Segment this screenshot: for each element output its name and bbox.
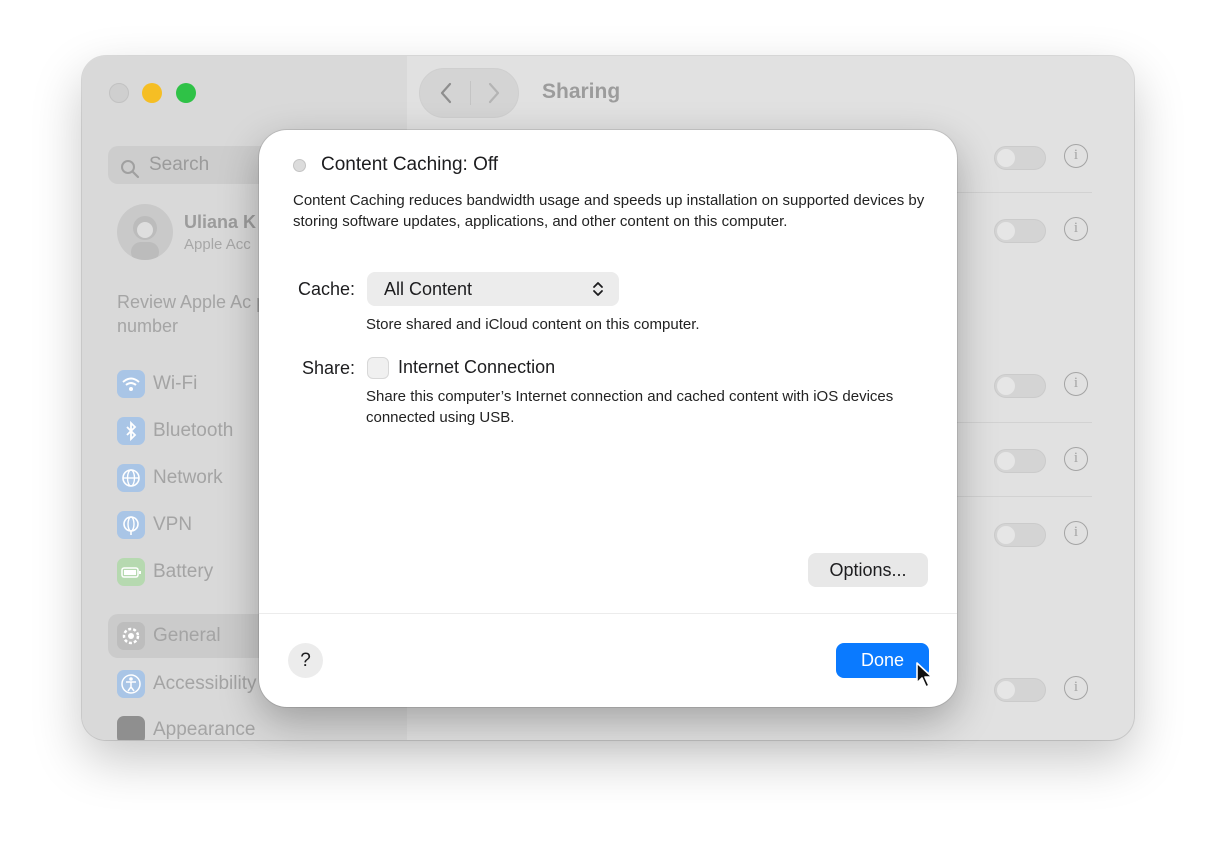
service-row: i <box>994 372 1104 400</box>
sidebar-item-label: VPN <box>153 514 193 535</box>
toolbar-title: Sharing <box>542 80 621 103</box>
account-name: Uliana K <box>184 212 257 232</box>
cache-selected-value: All Content <box>384 279 473 299</box>
sidebar-item-label: Network <box>153 467 223 488</box>
cache-help-text: Store shared and iCloud content on this … <box>366 316 700 333</box>
info-icon[interactable]: i <box>1064 217 1088 241</box>
sheet-title: Content Caching: Off <box>321 154 499 175</box>
minimize-window-button[interactable] <box>142 83 162 103</box>
sheet-description: Content Caching reduces bandwidth usage … <box>293 192 925 230</box>
sidebar-item-label: Bluetooth <box>153 420 234 441</box>
share-label: Share: <box>301 358 355 378</box>
service-toggle[interactable] <box>994 523 1046 547</box>
back-arrow-icon[interactable] <box>438 81 454 110</box>
footer-divider <box>259 613 957 614</box>
sidebar-item-label: Appearance <box>153 719 256 740</box>
avatar <box>117 204 173 260</box>
service-toggle[interactable] <box>994 374 1046 398</box>
accessibility-icon <box>117 670 145 698</box>
sidebar-item-label: Wi-Fi <box>153 373 198 394</box>
service-row: i <box>994 144 1104 172</box>
service-toggle[interactable] <box>994 678 1046 702</box>
service-row: i <box>994 447 1104 475</box>
service-row: i <box>994 217 1104 245</box>
wifi-icon <box>117 370 145 398</box>
info-icon[interactable]: i <box>1064 447 1088 471</box>
up-down-chevron-icon <box>592 280 604 303</box>
sidebar-item-label: Battery <box>153 561 214 582</box>
info-icon[interactable]: i <box>1064 521 1088 545</box>
gear-icon <box>117 622 145 650</box>
service-row: i <box>994 521 1104 549</box>
vpn-globe-icon <box>117 511 145 539</box>
content-caching-sheet: Content Caching: Off Content Caching red… <box>259 130 957 707</box>
zoom-window-button[interactable] <box>176 83 196 103</box>
search-placeholder: Search <box>149 154 210 175</box>
mouse-pointer-icon <box>915 661 935 694</box>
nav-separator <box>470 81 471 105</box>
battery-icon <box>117 558 145 586</box>
info-icon[interactable]: i <box>1064 372 1088 396</box>
search-icon <box>120 155 140 193</box>
info-icon[interactable]: i <box>1064 676 1088 700</box>
status-indicator <box>293 159 306 172</box>
sidebar-item-label: General <box>153 625 221 646</box>
forward-arrow-icon[interactable] <box>486 81 502 110</box>
globe-icon <box>117 464 145 492</box>
internet-connection-checkbox[interactable] <box>367 357 389 379</box>
service-toggle[interactable] <box>994 449 1046 473</box>
service-row: i <box>994 676 1104 704</box>
navigation-buttons <box>419 68 519 118</box>
bluetooth-icon <box>117 417 145 445</box>
appearance-icon <box>117 716 145 740</box>
close-window-button[interactable] <box>109 83 129 103</box>
service-toggle[interactable] <box>994 146 1046 170</box>
share-help-text: Share this computer’s Internet connectio… <box>366 388 894 426</box>
options-button[interactable]: Options... <box>808 553 928 587</box>
cache-label: Cache: <box>297 279 355 299</box>
internet-connection-label[interactable]: Internet Connection <box>398 357 555 378</box>
service-toggle[interactable] <box>994 219 1046 243</box>
help-button[interactable]: ? <box>288 643 323 678</box>
cache-popup[interactable]: All Content <box>367 272 619 306</box>
sidebar-item-label: Accessibility <box>153 673 257 694</box>
info-icon[interactable]: i <box>1064 144 1088 168</box>
account-subtitle: Apple Acc <box>184 236 251 253</box>
